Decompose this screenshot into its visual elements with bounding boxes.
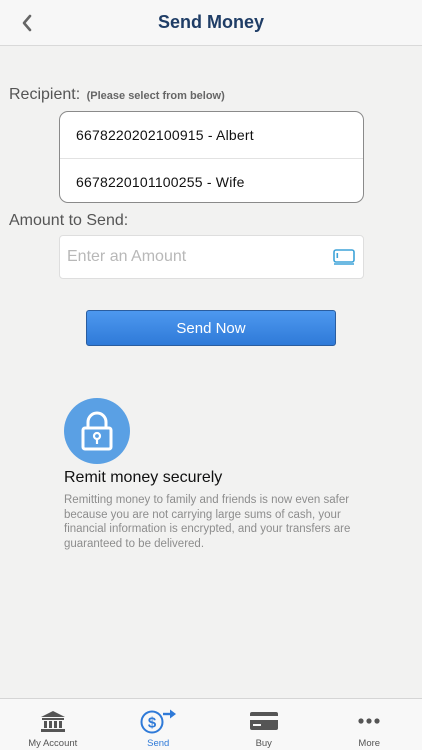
tab-label: My Account xyxy=(28,738,78,749)
lock-badge xyxy=(64,398,130,464)
back-button[interactable] xyxy=(14,10,40,36)
page-title: Send Money xyxy=(157,12,264,32)
recipient-list: 6678220202100915 - Albert 66782201011002… xyxy=(59,111,364,203)
send-dollar-icon: $ xyxy=(140,709,177,734)
tab-my-account[interactable]: My Account xyxy=(0,699,106,750)
svg-text:$: $ xyxy=(148,715,157,732)
lock-icon xyxy=(81,411,113,451)
credit-card-icon xyxy=(249,712,278,730)
tab-bar: My Account $ Send Buy More xyxy=(0,698,422,750)
tab-buy[interactable]: Buy xyxy=(211,699,317,750)
recipient-hint: (Please select from below) xyxy=(86,90,225,102)
recipient-label: Recipient: (Please select from below) xyxy=(9,86,225,104)
tab-label: More xyxy=(358,738,381,749)
tab-label: Send xyxy=(147,738,170,749)
tab-label: Buy xyxy=(255,738,272,749)
tab-send[interactable]: $ Send xyxy=(106,699,212,750)
send-now-button[interactable]: Send Now xyxy=(86,310,336,346)
secure-title: Remit money securely xyxy=(64,469,223,486)
chevron-left-icon xyxy=(22,14,32,32)
nav-bar: Send Money xyxy=(0,0,422,46)
amount-input[interactable] xyxy=(60,236,320,278)
recipient-label-text: Recipient: xyxy=(9,86,81,103)
secure-description: Remitting money to family and friends is… xyxy=(64,494,351,550)
bank-icon xyxy=(40,711,65,732)
amount-label: Amount to Send: xyxy=(9,212,129,229)
amount-field xyxy=(59,235,364,279)
tab-more[interactable]: More xyxy=(317,699,422,750)
more-dots-icon xyxy=(358,718,380,724)
recipient-option[interactable]: 6678220101100255 - Wife xyxy=(60,158,363,202)
recipient-option[interactable]: 6678220202100915 - Albert xyxy=(60,112,363,158)
card-keypad-icon[interactable] xyxy=(333,249,355,270)
